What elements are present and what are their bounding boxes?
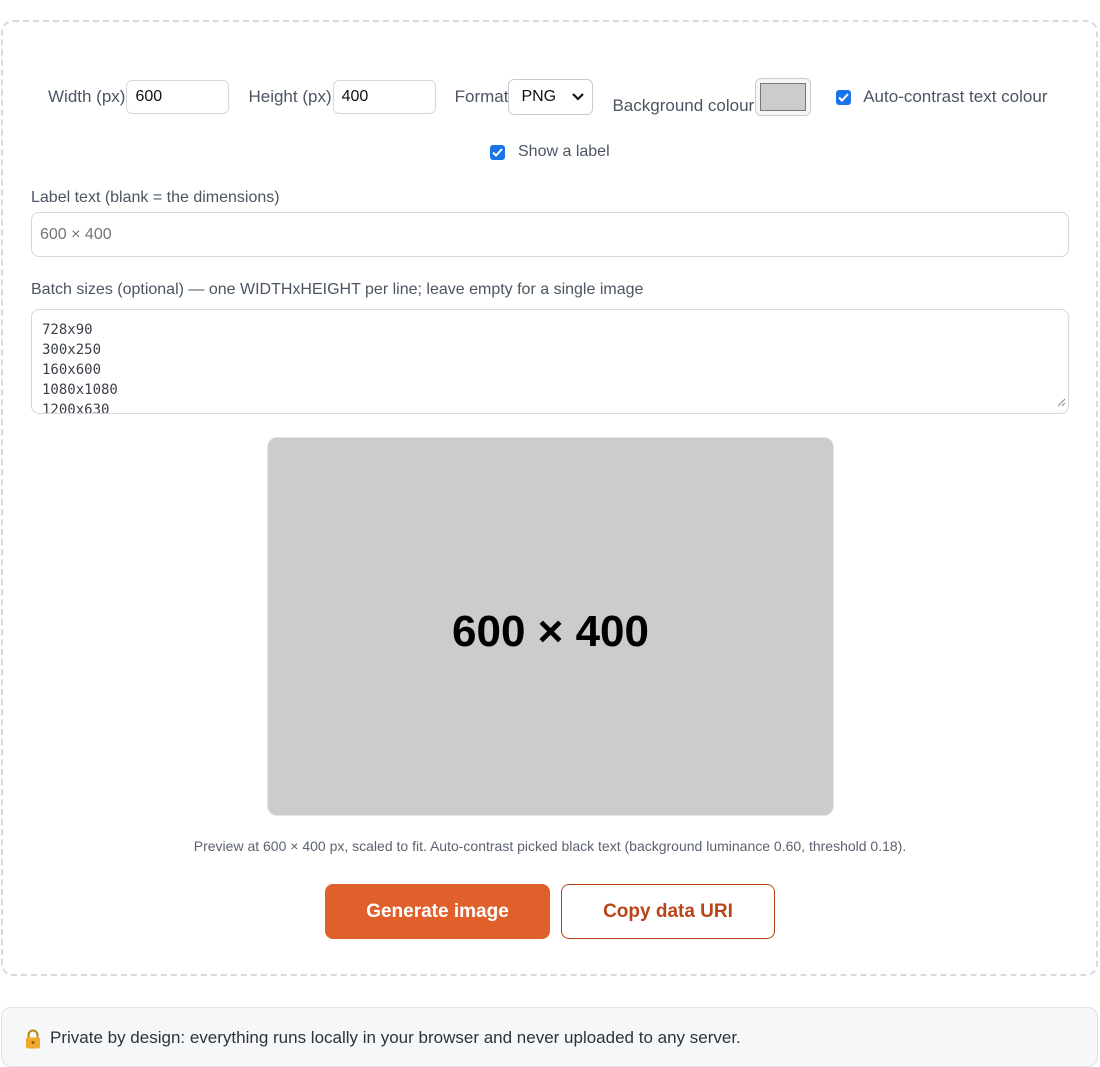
background-colour-label: Background colour <box>612 96 755 115</box>
batch-sizes-value: 728x90 300x250 160x600 1080x1080 1200x63… <box>42 322 118 414</box>
show-label-row: Show a label <box>490 143 610 161</box>
label-text-label: Label text (blank = the dimensions) <box>31 189 280 206</box>
background-colour-swatch <box>760 83 807 111</box>
show-label-text: Show a label <box>518 143 610 160</box>
format-label: Format <box>454 87 509 106</box>
format-select[interactable]: PNG <box>508 79 594 115</box>
batch-sizes-textarea[interactable]: 728x90 300x250 160x600 1080x1080 1200x63… <box>31 309 1069 414</box>
background-colour-picker[interactable] <box>755 78 812 116</box>
generate-image-button[interactable]: Generate image <box>325 884 550 939</box>
resize-handle-icon[interactable] <box>1056 394 1066 412</box>
image-preview: 600 × 400 <box>267 437 834 816</box>
copy-data-uri-button[interactable]: Copy data URI <box>561 884 775 939</box>
show-label-checkbox[interactable] <box>490 144 505 160</box>
privacy-notice: Private by design: everything runs local… <box>1 1007 1098 1067</box>
batch-sizes-label: Batch sizes (optional) — one WIDTHxHEIGH… <box>31 281 644 298</box>
format-selected-value: PNG <box>521 88 557 105</box>
label-text-input[interactable] <box>31 212 1069 257</box>
width-label: Width (px) <box>48 87 126 106</box>
controls-row: Width (px) Height (px) Format PNG Backgr… <box>48 78 1047 116</box>
autocontrast-label: Auto-contrast text colour <box>863 87 1048 106</box>
width-input[interactable] <box>126 80 230 114</box>
checkmark-icon <box>838 92 849 102</box>
preview-caption: Preview at 600 × 400 px, scaled to fit. … <box>193 838 907 854</box>
checkmark-icon <box>492 147 503 157</box>
privacy-notice-text: Private by design: everything runs local… <box>50 1028 741 1047</box>
autocontrast-checkbox[interactable] <box>836 89 852 105</box>
preview-label: 600 × 400 <box>452 606 649 656</box>
height-input[interactable] <box>332 80 436 114</box>
height-label: Height (px) <box>248 87 332 106</box>
lock-icon <box>24 1029 42 1054</box>
chevron-down-icon <box>572 90 585 104</box>
